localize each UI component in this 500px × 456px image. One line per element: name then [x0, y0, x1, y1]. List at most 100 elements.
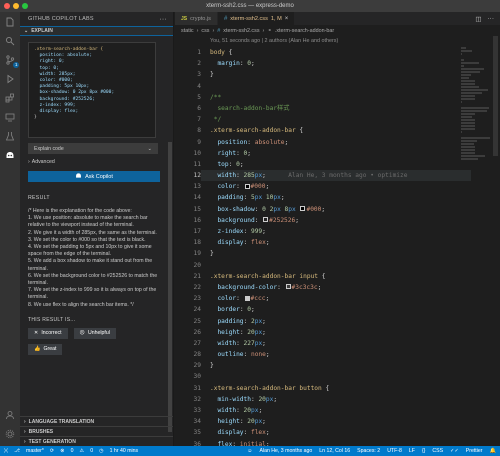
more-actions-icon[interactable]: ···	[488, 15, 495, 22]
code-line[interactable]: }	[210, 248, 460, 259]
line-number[interactable]: 23	[175, 293, 201, 304]
line-number[interactable]: 16	[175, 215, 201, 226]
problems-count[interactable]: 0	[71, 448, 74, 454]
code-line[interactable]: color: #ccc;	[210, 293, 460, 304]
encoding[interactable]: UTF-8	[387, 448, 402, 454]
time-tracker[interactable]: 1 hr 40 mins	[110, 448, 139, 454]
line-number[interactable]: 31	[175, 383, 201, 394]
code-line[interactable]: display: flex;	[210, 427, 460, 438]
explorer-icon[interactable]	[4, 16, 16, 28]
ask-copilot-button[interactable]: Ask Copilot	[28, 171, 160, 182]
line-number[interactable]: 18	[175, 237, 201, 248]
mode-select[interactable]: Explain code ⌄	[28, 143, 158, 154]
code-line[interactable]: /**	[210, 92, 460, 103]
code-line[interactable]: min-width: 20px;	[210, 394, 460, 405]
code-line[interactable]: position: absolute;	[210, 137, 460, 148]
line-number[interactable]: 3	[175, 69, 201, 80]
line-number[interactable]: 22	[175, 282, 201, 293]
code-line[interactable]	[210, 81, 460, 92]
explain-section-header[interactable]: ⌄ EXPLAIN	[20, 26, 173, 36]
line-number[interactable]: 7	[175, 114, 201, 125]
editor-scrollbar[interactable]	[493, 36, 498, 156]
close-icon[interactable]: ×	[285, 16, 289, 22]
line-number[interactable]: 20	[175, 260, 201, 271]
copilot-icon[interactable]	[4, 149, 16, 161]
line-number[interactable]: 35	[175, 427, 201, 438]
line-number[interactable]: 25	[175, 316, 201, 327]
maximize-window-button[interactable]	[22, 3, 28, 9]
language-translation-section[interactable]: › LANGUAGE TRANSLATION	[20, 416, 173, 426]
blame-header[interactable]: You, 51 seconds ago | 2 authors (Alan He…	[210, 36, 338, 46]
line-number[interactable]: 13	[175, 181, 201, 192]
code-editor[interactable]: You, 51 seconds ago | 2 authors (Alan He…	[175, 36, 500, 446]
breadcrumb-item[interactable]: xterm-ssh2.css	[223, 28, 259, 34]
color-swatch[interactable]	[285, 284, 291, 290]
line-number[interactable]: 36	[175, 439, 201, 446]
account-icon[interactable]	[4, 409, 16, 421]
branch-name[interactable]: master*	[26, 448, 44, 454]
line-number[interactable]: 1	[175, 47, 201, 58]
color-swatch[interactable]	[300, 206, 306, 212]
line-number[interactable]: 5	[175, 92, 201, 103]
code-line[interactable]: body {	[210, 47, 460, 58]
code-line[interactable]: search-addon-bar样式	[210, 103, 460, 114]
testing-icon[interactable]	[4, 130, 16, 142]
advanced-toggle[interactable]: › Advanced	[28, 159, 165, 165]
code-line[interactable]: height: 20px;	[210, 416, 460, 427]
code-line[interactable]	[210, 371, 460, 382]
code-line[interactable]	[210, 260, 460, 271]
status-blame[interactable]: Alan He, 3 months ago	[259, 448, 312, 454]
code-line[interactable]: right: 0;	[210, 148, 460, 159]
line-number[interactable]: 24	[175, 304, 201, 315]
brushes-section[interactable]: › BRUSHES	[20, 426, 173, 436]
line-number[interactable]: 9	[175, 137, 201, 148]
panel-scrollbar[interactable]	[168, 142, 172, 432]
great-button[interactable]: 👍 Great	[28, 343, 63, 355]
bell-icon[interactable]: 🔔	[490, 448, 496, 454]
line-number[interactable]: 27	[175, 338, 201, 349]
line-number[interactable]: 28	[175, 349, 201, 360]
line-number[interactable]: 17	[175, 226, 201, 237]
split-editor-icon[interactable]: ◫	[475, 15, 481, 23]
remote-icon[interactable]	[4, 111, 16, 123]
code-line[interactable]: background-color: #3c3c3c;	[210, 282, 460, 293]
color-swatch[interactable]	[263, 217, 269, 223]
line-number[interactable]: 32	[175, 394, 201, 405]
code-snippet-box[interactable]: .xterm-search-addon-bar { position: abso…	[28, 42, 156, 138]
code-line[interactable]: padding: 2px;	[210, 316, 460, 327]
color-swatch[interactable]	[244, 183, 250, 189]
line-number[interactable]: 21	[175, 271, 201, 282]
warnings-count[interactable]: 0	[90, 448, 93, 454]
settings-gear-icon[interactable]	[4, 428, 16, 440]
code-line[interactable]: top: 0;	[210, 159, 460, 170]
source-control-icon[interactable]: 1	[4, 54, 19, 68]
breadcrumb-item[interactable]: .xterm-search-addon-bar	[275, 28, 334, 34]
line-number[interactable]: 8	[175, 125, 201, 136]
code-line[interactable]: outline: none;	[210, 349, 460, 360]
run-debug-icon[interactable]	[4, 73, 16, 85]
line-number[interactable]: 6	[175, 103, 201, 114]
more-actions-icon[interactable]: ···	[159, 16, 167, 23]
line-number[interactable]: 34	[175, 416, 201, 427]
code-line[interactable]: height: 20px;	[210, 327, 460, 338]
line-number[interactable]: 30	[175, 371, 201, 382]
code-line[interactable]: border: 0;	[210, 304, 460, 315]
sync-icon[interactable]: ⟳	[50, 448, 54, 454]
code-line[interactable]: }	[210, 69, 460, 80]
code-line[interactable]: width: 285px; Alan He, 3 months ago • op…	[210, 170, 460, 181]
line-number[interactable]: 33	[175, 405, 201, 416]
line-number[interactable]: 11	[175, 159, 201, 170]
code-line[interactable]: margin: 0;	[210, 58, 460, 69]
minimize-window-button[interactable]	[13, 3, 19, 9]
tab-xterm-ssh2-css[interactable]: # xterm-ssh2.css 1, M ×	[217, 12, 296, 25]
code-line[interactable]: width: 227px;	[210, 338, 460, 349]
color-swatch[interactable]	[244, 295, 250, 301]
code-line[interactable]: padding: 5px 10px;	[210, 192, 460, 203]
code-line[interactable]: }	[210, 360, 460, 371]
tab-crypto-js[interactable]: JS crypto.js	[175, 12, 218, 25]
code-line[interactable]: background: #252526;	[210, 215, 460, 226]
line-number[interactable]: 26	[175, 327, 201, 338]
prettier-status[interactable]: Prettier	[466, 448, 483, 454]
line-number[interactable]: 12	[175, 170, 201, 181]
code-line[interactable]: display: flex;	[210, 237, 460, 248]
